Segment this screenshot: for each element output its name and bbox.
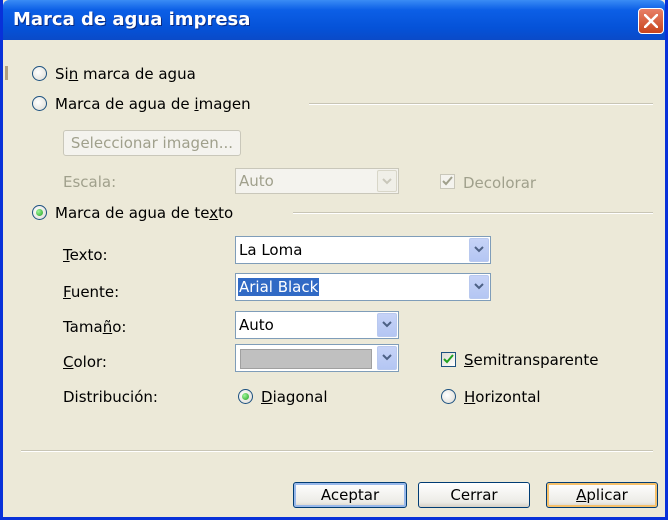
text-select[interactable]: La Loma (235, 236, 491, 264)
footer-divider (21, 450, 653, 452)
size-label: Tamaño: (63, 318, 127, 336)
layout-label: Distribución: (63, 388, 158, 406)
chevron-down-icon (382, 354, 392, 361)
title-bar[interactable]: Marca de agua impresa (3, 0, 665, 40)
text-value: La Loma (239, 241, 303, 259)
color-dropdown-button[interactable] (377, 346, 397, 370)
no-watermark-radio[interactable] (32, 66, 47, 81)
close-button[interactable]: Cerrar (418, 482, 530, 508)
picture-section-divider (309, 103, 653, 105)
checkmark-icon (443, 354, 454, 364)
semitransparent-checkbox[interactable] (441, 352, 456, 367)
text-dropdown-button[interactable] (469, 238, 489, 262)
washout-checkbox[interactable] (440, 174, 455, 189)
horizontal-radio[interactable] (441, 389, 456, 404)
scale-select[interactable]: Auto (235, 168, 399, 194)
apply-button[interactable]: Aplicar (546, 482, 658, 508)
chevron-down-icon (474, 283, 484, 290)
scale-label: Escala: (63, 173, 117, 191)
text-section-divider (293, 212, 653, 214)
washout-label[interactable]: Decolorar (463, 174, 536, 192)
size-dropdown-button[interactable] (377, 313, 397, 337)
scale-value: Auto (239, 172, 274, 190)
scale-dropdown-button[interactable] (377, 170, 397, 192)
picture-watermark-label[interactable]: Marca de agua de imagen (55, 95, 251, 113)
text-watermark-radio[interactable] (32, 205, 47, 220)
text-label: Texto: (63, 246, 108, 264)
ok-button[interactable]: Aceptar (293, 482, 407, 508)
color-swatch (240, 349, 372, 369)
watermark-dialog: Marca de agua impresa Sin marca de agua … (0, 0, 668, 520)
edge-marker (5, 66, 8, 80)
horizontal-label[interactable]: Horizontal (464, 388, 541, 406)
color-select[interactable] (235, 344, 399, 372)
close-icon (644, 14, 658, 28)
chevron-down-icon (382, 321, 392, 328)
font-value: Arial Black (238, 278, 320, 296)
font-dropdown-button[interactable] (469, 275, 489, 299)
color-label: Color: (63, 353, 107, 371)
no-watermark-label[interactable]: Sin marca de agua (55, 65, 196, 83)
diagonal-radio[interactable] (238, 389, 253, 404)
size-select[interactable]: Auto (235, 311, 399, 339)
chevron-down-icon (474, 246, 484, 253)
semitransparent-label[interactable]: Semitransparente (464, 351, 599, 369)
diagonal-label[interactable]: Diagonal (261, 388, 328, 406)
font-label: Fuente: (63, 283, 120, 301)
select-picture-button[interactable]: Seleccionar imagen... (63, 130, 241, 156)
checkmark-icon (442, 176, 453, 186)
chevron-down-icon (382, 178, 392, 185)
dialog-title: Marca de agua impresa (13, 9, 251, 30)
font-select[interactable]: Arial Black (235, 273, 491, 301)
close-window-button[interactable] (638, 8, 664, 34)
size-value: Auto (239, 316, 274, 334)
text-watermark-label[interactable]: Marca de agua de texto (55, 204, 233, 222)
picture-watermark-radio[interactable] (32, 96, 47, 111)
